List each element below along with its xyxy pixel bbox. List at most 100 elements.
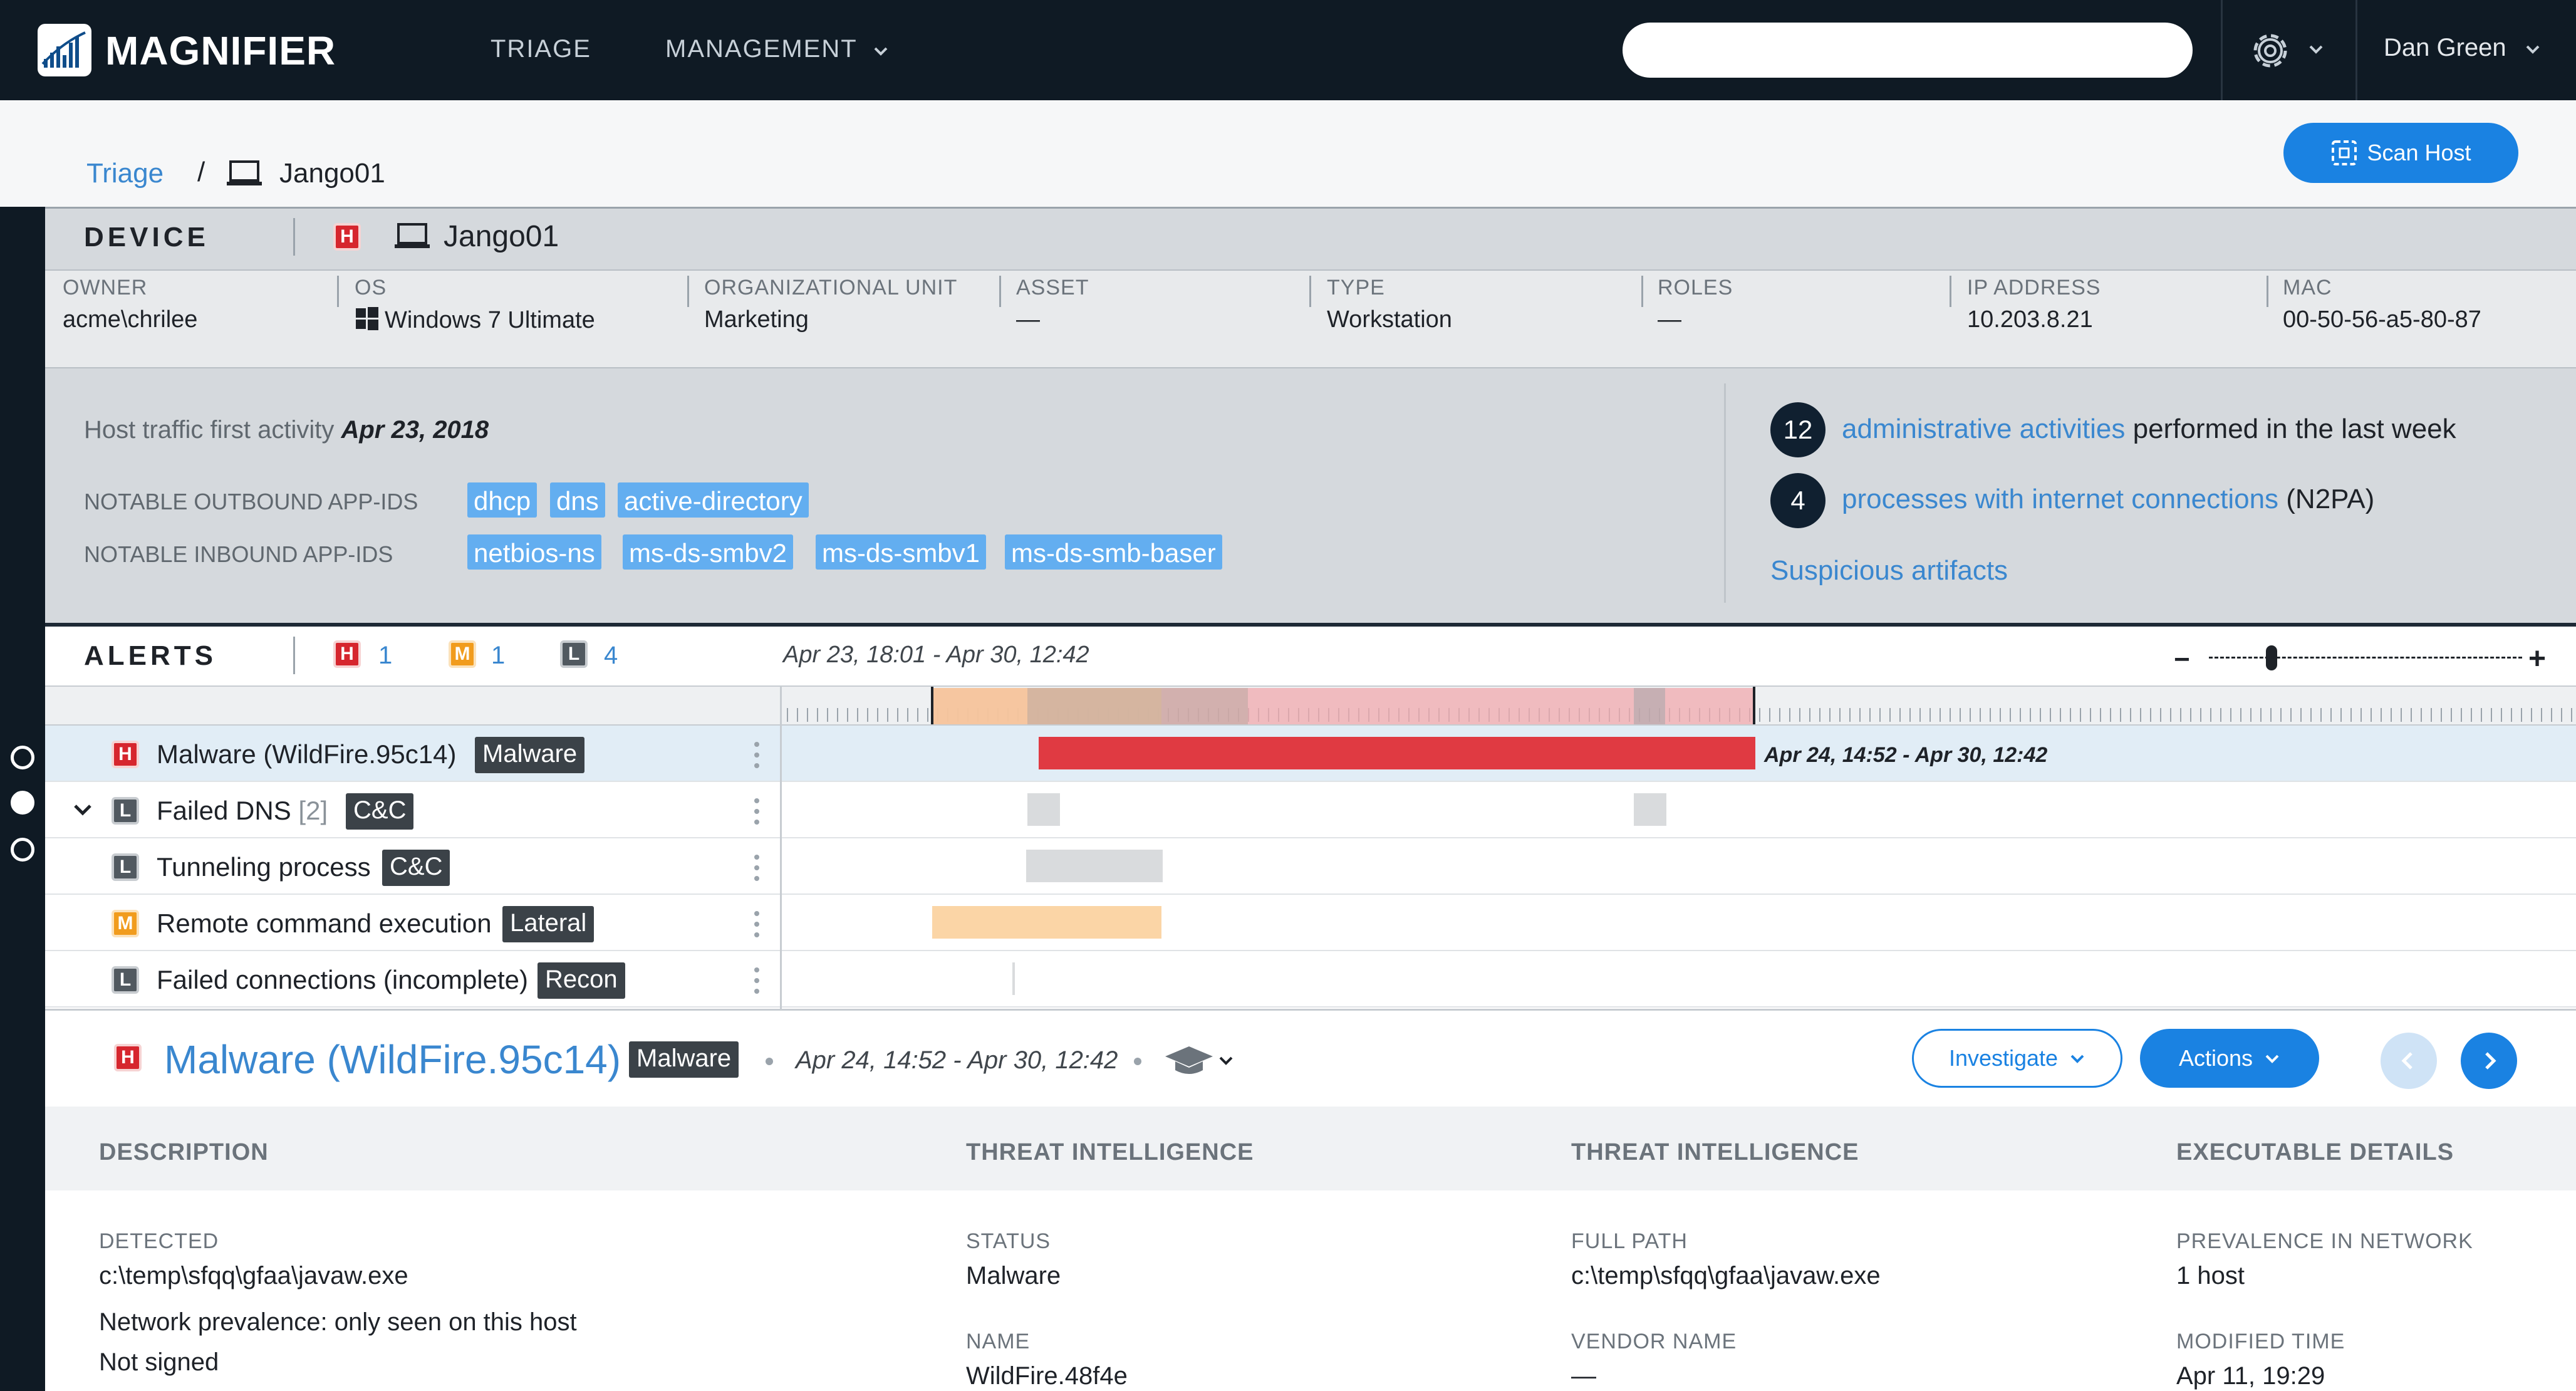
more-options-icon[interactable] bbox=[754, 739, 759, 771]
scan-icon bbox=[2332, 140, 2357, 165]
field-asset: ASSET — bbox=[1016, 276, 1089, 355]
top-nav-bar: MAGNIFIER TRIAGE MANAGEMENT Dan Green bbox=[0, 0, 2576, 100]
investigate-button[interactable]: Investigate bbox=[1912, 1029, 2122, 1088]
internet-processes-link[interactable]: processes with internet connections bbox=[1842, 484, 2278, 514]
search-input[interactable] bbox=[1623, 23, 2193, 78]
alert-title[interactable]: Failed DNS [2] bbox=[157, 796, 328, 826]
medium-count[interactable]: 1 bbox=[491, 642, 505, 670]
breadcrumb-triage[interactable]: Triage bbox=[86, 158, 164, 189]
more-options-icon[interactable] bbox=[754, 796, 759, 827]
magnifier-logo-icon[interactable] bbox=[38, 24, 91, 76]
alert-bar-low[interactable] bbox=[1012, 962, 1015, 995]
rail-marker-active[interactable] bbox=[11, 791, 34, 815]
divider bbox=[2355, 0, 2357, 100]
rail-marker[interactable] bbox=[11, 838, 34, 862]
alert-title[interactable]: Tunneling process bbox=[157, 852, 371, 882]
chevron-down-icon bbox=[874, 47, 888, 56]
alert-occurrence-count: [2] bbox=[298, 796, 328, 825]
chevron-right-icon bbox=[2485, 1052, 2496, 1070]
app-name[interactable]: MAGNIFIER bbox=[105, 28, 336, 74]
alerts-header bbox=[45, 623, 2576, 685]
alert-detail-title[interactable]: Malware (WildFire.95c14) bbox=[164, 1036, 621, 1083]
alert-row[interactable]: H Malware (WildFire.95c14) Malware Apr 2… bbox=[45, 726, 2576, 782]
more-options-icon[interactable] bbox=[754, 909, 759, 940]
field-mac: MAC 00-50-56-a5-80-87 bbox=[2283, 276, 2481, 355]
high-count[interactable]: 1 bbox=[378, 642, 392, 670]
alert-row[interactable]: L Failed DNS [2] C&C bbox=[45, 782, 2576, 838]
graduation-cap-icon[interactable] bbox=[1164, 1043, 1214, 1078]
signature-status: Not signed bbox=[99, 1348, 219, 1376]
field-value: Windows 7 Ultimate bbox=[385, 307, 595, 333]
more-options-icon[interactable] bbox=[754, 965, 759, 996]
os-value-wrap: Windows 7 Ultimate bbox=[355, 306, 595, 334]
alert-title-text: Failed DNS bbox=[157, 796, 291, 825]
first-activity-label: Host traffic first activity bbox=[84, 416, 335, 444]
alert-bar-medium[interactable] bbox=[932, 906, 1161, 939]
zoom-slider-handle[interactable] bbox=[2266, 645, 2277, 670]
alert-title[interactable]: Remote command execution bbox=[157, 909, 492, 939]
field-value: 00-50-56-a5-80-87 bbox=[2283, 306, 2481, 333]
field-label: ORGANIZATIONAL UNIT bbox=[704, 276, 958, 300]
suspicious-artifacts-link[interactable]: Suspicious artifacts bbox=[1770, 555, 2008, 586]
admin-activities-link[interactable]: administrative activities bbox=[1842, 414, 2125, 444]
zoom-out-button[interactable]: − bbox=[2174, 644, 2190, 675]
alert-row[interactable]: L Failed connections (incomplete) Recon bbox=[45, 951, 2576, 1008]
alert-bar-high[interactable] bbox=[1039, 737, 1755, 769]
app-id-tag[interactable]: ms-ds-smb-baser bbox=[1005, 534, 1222, 570]
gear-icon[interactable] bbox=[2245, 25, 2296, 76]
alert-row[interactable]: L Tunneling process C&C bbox=[45, 838, 2576, 895]
user-menu[interactable]: Dan Green bbox=[2384, 34, 2506, 62]
nav-management[interactable]: MANAGEMENT bbox=[665, 35, 890, 63]
alert-bar-low[interactable] bbox=[1026, 850, 1163, 882]
severity-badge[interactable]: L bbox=[560, 640, 588, 668]
alert-bar-low[interactable] bbox=[1634, 793, 1666, 826]
window-low bbox=[1027, 688, 1248, 724]
chevron-down-icon[interactable] bbox=[1217, 1049, 1235, 1074]
severity-badge[interactable]: H bbox=[333, 640, 361, 668]
window-end-handle[interactable] bbox=[1753, 687, 1755, 724]
column-heading: THREAT INTELLIGENCE bbox=[1571, 1139, 1859, 1165]
severity-badge: H bbox=[114, 1044, 142, 1071]
divider bbox=[1724, 383, 1726, 603]
separator-dot bbox=[1134, 1058, 1141, 1065]
device-name: Jango01 bbox=[444, 220, 559, 253]
divider bbox=[1309, 276, 1311, 307]
chevron-down-icon[interactable] bbox=[70, 797, 95, 822]
app-id-tag[interactable]: dns bbox=[550, 482, 605, 518]
chevron-left-icon bbox=[2401, 1052, 2412, 1070]
admin-activities-suffix: performed in the last week bbox=[2132, 414, 2456, 444]
rail-marker[interactable] bbox=[11, 746, 34, 769]
zoom-in-button[interactable]: + bbox=[2528, 642, 2546, 676]
app-id-tag[interactable]: ms-ds-smbv1 bbox=[816, 534, 987, 570]
app-id-tag[interactable]: netbios-ns bbox=[467, 534, 601, 570]
laptop-icon bbox=[395, 223, 430, 248]
window-start-handle[interactable] bbox=[931, 687, 933, 724]
app-id-tag[interactable]: dhcp bbox=[467, 482, 538, 518]
field-label: ASSET bbox=[1016, 276, 1089, 300]
network-prevalence: Network prevalence: only seen on this ho… bbox=[99, 1308, 577, 1336]
low-count[interactable]: 4 bbox=[604, 642, 618, 670]
severity-badge[interactable]: M bbox=[449, 640, 476, 668]
actions-button[interactable]: Actions bbox=[2140, 1029, 2319, 1088]
timeline-range: Apr 23, 18:01 - Apr 30, 12:42 bbox=[783, 642, 1089, 668]
chevron-down-icon bbox=[2265, 1055, 2279, 1063]
laptop-icon bbox=[227, 160, 262, 185]
field-label: TYPE bbox=[1327, 276, 1385, 300]
app-id-tag[interactable]: active-directory bbox=[618, 482, 809, 518]
alert-title[interactable]: Failed connections (incomplete) bbox=[157, 965, 528, 995]
nav-triage[interactable]: TRIAGE bbox=[491, 35, 591, 63]
chevron-down-icon[interactable] bbox=[2307, 38, 2325, 63]
breadcrumb-host: Jango01 bbox=[279, 158, 385, 189]
next-alert-button[interactable] bbox=[2461, 1033, 2517, 1089]
alert-title[interactable]: Malware (WildFire.95c14) bbox=[157, 739, 456, 769]
previous-alert-button[interactable] bbox=[2381, 1033, 2437, 1089]
alert-row[interactable]: M Remote command execution Lateral bbox=[45, 895, 2576, 951]
status-value: Malware bbox=[966, 1262, 1061, 1289]
chevron-down-icon[interactable] bbox=[2523, 38, 2542, 63]
zoom-slider-track[interactable] bbox=[2209, 657, 2522, 659]
internet-processes-suffix: (N2PA) bbox=[2286, 484, 2375, 514]
app-id-tag[interactable]: ms-ds-smbv2 bbox=[623, 534, 794, 570]
alert-bar-low[interactable] bbox=[1027, 793, 1060, 826]
scan-host-button[interactable]: Scan Host bbox=[2283, 123, 2518, 183]
more-options-icon[interactable] bbox=[754, 852, 759, 883]
